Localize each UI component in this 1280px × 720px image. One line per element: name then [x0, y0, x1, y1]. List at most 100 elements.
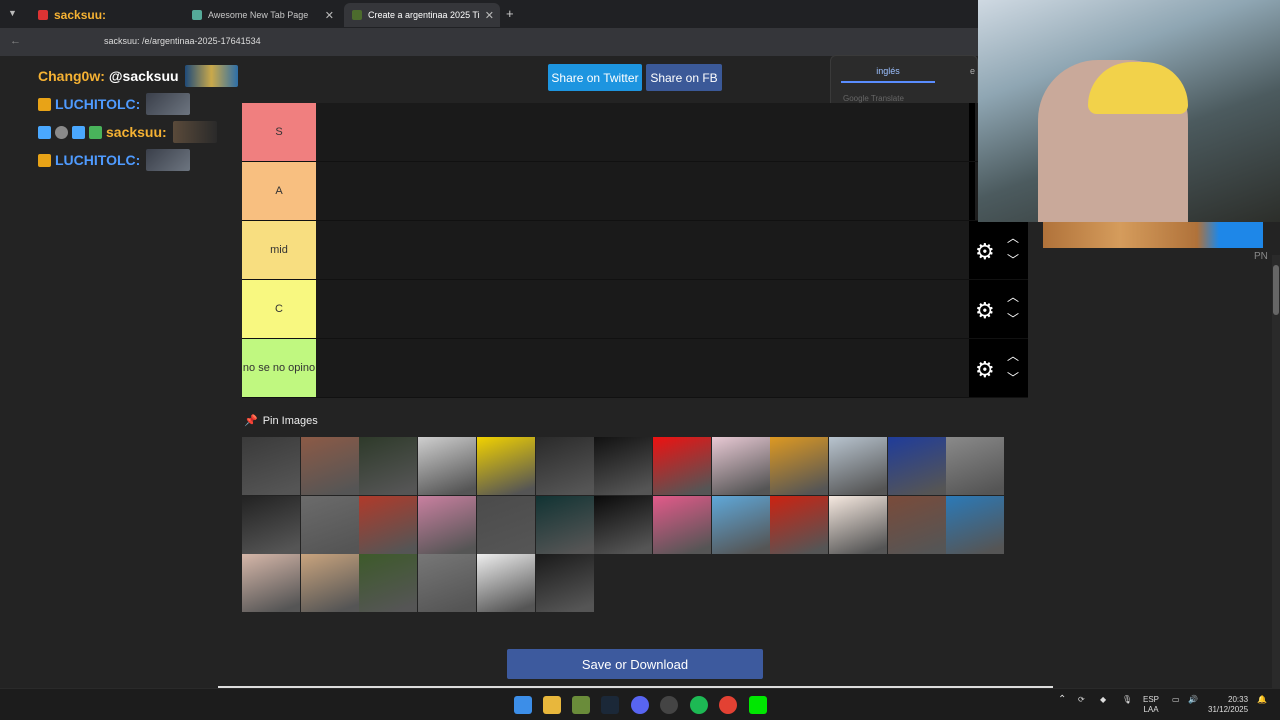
chevron-down-icon[interactable]: ﹀	[1007, 369, 1019, 386]
gear-icon[interactable]: ⚙	[975, 357, 995, 383]
tray-icon[interactable]: ◆	[1100, 695, 1106, 705]
tier-image-item[interactable]	[476, 437, 535, 495]
tier-image-item[interactable]	[300, 437, 359, 495]
gear-icon[interactable]: ⚙	[975, 239, 995, 265]
notification-icon[interactable]: 🔔	[1257, 695, 1267, 705]
tier-image-item[interactable]	[300, 495, 359, 554]
tier-image-item[interactable]	[242, 495, 300, 554]
webcam-feed	[978, 0, 1280, 222]
chevron-up-icon[interactable]: ︿	[1007, 229, 1019, 246]
tier-image-item[interactable]	[770, 437, 829, 495]
tier-image-item[interactable]	[594, 437, 653, 495]
tier-image-item[interactable]	[476, 554, 535, 612]
url-field[interactable]: sacksuu: /e/argentinaa-2025-17641534	[104, 36, 261, 46]
stream-overlay-bar	[1043, 222, 1263, 248]
tier-image-item[interactable]	[652, 437, 711, 495]
microphone-icon[interactable]: 🎙	[1122, 695, 1132, 705]
share-facebook-button[interactable]: Share on FB	[646, 64, 722, 91]
tier-list: S Amid ⚙ ︿ ﹀ C ⚙ ︿ ﹀ no se no opino ⚙ ︿ ﹀	[242, 103, 1028, 398]
emote-image	[172, 121, 217, 143]
tier-label[interactable]: S	[242, 103, 316, 161]
tier-drop-zone[interactable]	[316, 162, 969, 220]
windows-start-icon[interactable]	[514, 696, 532, 714]
tab-3[interactable]: Create a argentinaa 2025 Tier L ✕	[344, 3, 500, 27]
new-tab-button[interactable]: +	[506, 6, 514, 21]
chevron-down-icon[interactable]: ﹀	[1007, 310, 1019, 327]
spotify-icon[interactable]	[690, 696, 708, 714]
tier-image-item[interactable]	[535, 495, 594, 554]
tier-image-item[interactable]	[711, 437, 770, 495]
tab-dropdown-icon[interactable]: ▼	[8, 8, 17, 18]
tier-image-item[interactable]	[711, 495, 770, 554]
tier-image-item[interactable]	[418, 495, 477, 554]
tier-label[interactable]: A	[242, 162, 316, 220]
tray-chevron-icon[interactable]: ⌃	[1058, 695, 1066, 705]
tab-close-icon[interactable]: ✕	[325, 9, 334, 22]
tier-label[interactable]: C	[242, 280, 316, 338]
tier-image-item[interactable]	[594, 495, 653, 554]
app-icon[interactable]	[572, 696, 590, 714]
tray-icon[interactable]: ⟳	[1078, 695, 1085, 705]
tier-image-item[interactable]	[359, 495, 418, 554]
chat-username: LUCHITOLC:	[55, 152, 141, 168]
tier-drop-zone[interactable]	[316, 280, 969, 338]
tier-image-item[interactable]	[418, 437, 477, 495]
emote-image	[146, 93, 191, 115]
address-bar: ← sacksuu: /e/argentinaa-2025-17641534	[0, 28, 978, 56]
back-arrow-icon[interactable]: ←	[10, 35, 21, 47]
tier-image-item[interactable]	[770, 495, 829, 554]
tier-label[interactable]: no se no opino	[242, 339, 316, 397]
steam-icon[interactable]	[601, 696, 619, 714]
lang-bottom: LAA	[1143, 705, 1159, 714]
scrollbar-thumb[interactable]	[1273, 265, 1279, 315]
tab-2[interactable]: Awesome New Tab Page ✕	[184, 3, 340, 27]
page-scrollbar[interactable]	[1272, 255, 1280, 695]
tier-image-item[interactable]	[535, 554, 594, 612]
translate-language-tab[interactable]: inglés	[841, 66, 935, 83]
chevron-up-icon[interactable]: ︿	[1007, 347, 1019, 364]
tier-image-item[interactable]	[242, 554, 300, 612]
tab-label: Awesome New Tab Page	[208, 10, 309, 20]
tier-image-item[interactable]	[887, 495, 946, 554]
tier-image-item[interactable]	[946, 437, 1005, 495]
tier-drop-zone[interactable]	[316, 103, 969, 161]
tier-row: S	[242, 103, 1028, 162]
network-icon[interactable]: ▭	[1172, 695, 1180, 705]
chevron-down-icon[interactable]: ﹀	[1007, 251, 1019, 268]
kick-icon[interactable]	[749, 696, 767, 714]
tier-drop-zone[interactable]	[316, 221, 969, 279]
obs-icon[interactable]	[660, 696, 678, 714]
tier-image-item[interactable]	[242, 437, 300, 495]
tier-image-item[interactable]	[829, 437, 887, 495]
tier-image-item[interactable]	[300, 554, 359, 612]
tier-image-item[interactable]	[652, 495, 711, 554]
language-indicator[interactable]: ESP LAA	[1143, 695, 1159, 715]
tier-image-item[interactable]	[535, 437, 594, 495]
browser-tabbar: ▼ sacksuu: Awesome New Tab Page ✕ Create…	[0, 0, 978, 28]
tab-1[interactable]: sacksuu:	[30, 3, 180, 27]
file-explorer-icon[interactable]	[543, 696, 561, 714]
chat-message: sacksuu:	[38, 118, 238, 146]
discord-icon[interactable]	[631, 696, 649, 714]
tier-image-item[interactable]	[359, 437, 418, 495]
tier-controls	[969, 162, 975, 220]
tier-drop-zone[interactable]	[316, 339, 969, 397]
overlay-label: PN	[1254, 251, 1268, 262]
clock[interactable]: 20:33 31/12/2025	[1208, 695, 1248, 715]
tier-label[interactable]: mid	[242, 221, 316, 279]
volume-icon[interactable]: 🔊	[1188, 695, 1198, 705]
gear-icon[interactable]: ⚙	[975, 298, 995, 324]
save-download-button[interactable]: Save or Download	[507, 649, 763, 679]
translate-language-tab-2[interactable]: e	[970, 66, 975, 76]
chrome-icon[interactable]	[719, 696, 737, 714]
tab-close-icon[interactable]: ✕	[485, 9, 494, 22]
tier-image-item[interactable]	[418, 554, 477, 612]
tier-image-item[interactable]	[887, 437, 946, 495]
tier-image-item[interactable]	[829, 495, 887, 554]
tier-image-item[interactable]	[359, 554, 418, 612]
chevron-up-icon[interactable]: ︿	[1007, 288, 1019, 305]
share-twitter-button[interactable]: Share on Twitter	[548, 64, 642, 91]
pin-images-toggle[interactable]: 📌 Pin Images	[244, 414, 318, 428]
tier-image-item[interactable]	[476, 495, 535, 554]
tier-image-item[interactable]	[946, 495, 1005, 554]
